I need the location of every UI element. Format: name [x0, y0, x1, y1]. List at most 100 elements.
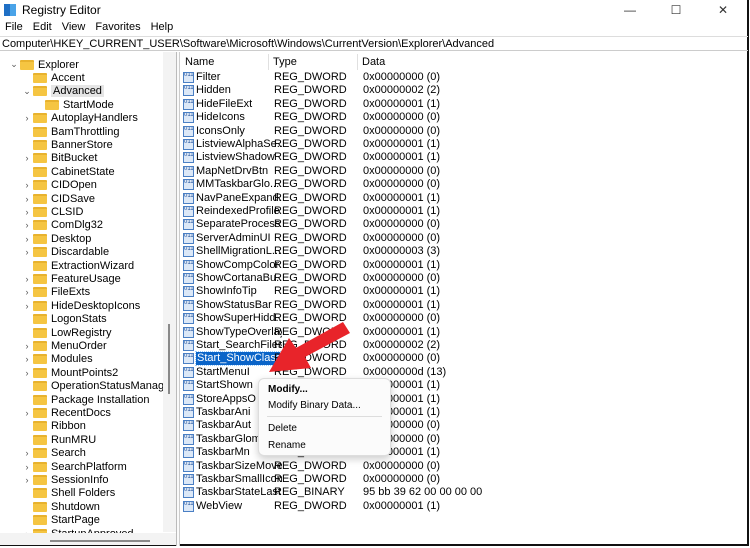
tree-item[interactable]: › Discardable	[26, 246, 110, 259]
menu-item-modify-binary-data[interactable]: Modify Binary Data...	[268, 399, 361, 413]
chevron-right-icon[interactable]: ›	[23, 287, 31, 297]
chevron-right-icon[interactable]: ›	[23, 448, 31, 458]
column-header-data[interactable]: Data	[358, 54, 558, 70]
value-row[interactable]: 011 110Hidden REG_DWORD 0x00000002 (2)	[181, 84, 741, 97]
tree-item[interactable]: › Modules	[26, 353, 93, 366]
tree-item[interactable]: BannerStore	[33, 138, 113, 151]
value-row[interactable]: 011 110ShowTypeOverlayREG_DWORD 0x0000000…	[181, 326, 741, 339]
menu-view[interactable]: View	[57, 20, 91, 35]
chevron-right-icon[interactable]: ›	[23, 220, 31, 230]
chevron-right-icon[interactable]: ›	[23, 234, 31, 244]
tree-item[interactable]: › FileExts	[26, 286, 91, 299]
tree-horizontal-scrollbar[interactable]	[0, 533, 176, 545]
value-row[interactable]: 011 110IconsOnly REG_DWORD 0x00000000 (0)	[181, 125, 741, 138]
value-row[interactable]: 011 110ShellMigrationL...REG_DWORD 0x0000…	[181, 245, 741, 258]
chevron-right-icon[interactable]: ›	[23, 341, 31, 351]
tree-item[interactable]: LowRegistry	[33, 326, 112, 339]
value-row[interactable]: 011 110MapNetDrvBtn REG_DWORD 0x00000000 (…	[181, 165, 741, 178]
value-row[interactable]: 011 110Start_SearchFilesREG_DWORD 0x00000…	[181, 339, 741, 352]
minimize-button[interactable]: —	[607, 0, 653, 20]
tree-item[interactable]: Shell Folders	[33, 487, 115, 500]
value-row[interactable]: 011 110ReindexedProfileREG_DWORD 0x000000…	[181, 205, 741, 218]
value-row[interactable]: 011 110TaskbarStateLast...REG_BINARY 95 b…	[181, 486, 741, 499]
tree-item[interactable]: › MenuOrder	[26, 339, 107, 352]
chevron-down-icon[interactable]: ⌄	[23, 86, 31, 97]
value-row[interactable]: 011 110MMTaskbarGlo...REG_DWORD 0x0000000…	[181, 178, 741, 191]
address-bar[interactable]: Computer\HKEY_CURRENT_USER\Software\Micr…	[0, 36, 748, 51]
tree-item[interactable]: StartPage	[33, 514, 100, 527]
tree-item[interactable]: Shutdown	[33, 500, 100, 513]
value-row[interactable]: 011 110ListviewAlphaSe...REG_DWORD 0x0000…	[181, 138, 741, 151]
tree-item[interactable]: Ribbon	[33, 420, 86, 433]
tree-item[interactable]: ExtractionWizard	[33, 259, 134, 272]
menu-help[interactable]: Help	[146, 20, 179, 35]
tree-item[interactable]: › ComDlg32	[26, 219, 103, 232]
maximize-button[interactable]: ☐	[653, 0, 699, 20]
tree-item[interactable]: CabinetState	[33, 165, 115, 178]
tree-item[interactable]: OperationStatusManager	[33, 380, 174, 393]
tree-item[interactable]: ⌄ Advanced	[23, 85, 104, 98]
tree-item[interactable]: StartMode	[45, 98, 114, 111]
menu-edit[interactable]: Edit	[28, 20, 57, 35]
value-row[interactable]: 011 110ShowInfoTip REG_DWORD 0x00000001 (1…	[181, 285, 741, 298]
column-header-type[interactable]: Type	[269, 54, 358, 70]
tree-item[interactable]: › Search	[26, 447, 86, 460]
value-row[interactable]: 011 110HideFileExt REG_DWORD 0x00000001 (1…	[181, 98, 741, 111]
value-row[interactable]: 011 110HideIcons REG_DWORD 0x00000000 (0)	[181, 111, 741, 124]
menu-item-delete[interactable]: Delete	[268, 422, 297, 436]
value-row[interactable]: 011 110Filter REG_DWORD 0x00000000 (0)	[181, 71, 741, 84]
chevron-right-icon[interactable]: ›	[23, 194, 31, 204]
value-row[interactable]: 011 110ShowSuperHidd...REG_DWORD 0x000000…	[181, 312, 741, 325]
value-row[interactable]: 011 110ShowCompColorREG_DWORD 0x00000001 …	[181, 259, 741, 272]
chevron-right-icon[interactable]: ›	[23, 153, 31, 163]
tree-item[interactable]: › SearchPlatform	[26, 460, 127, 473]
tree-item[interactable]: › HideDesktopIcons	[26, 299, 141, 312]
chevron-right-icon[interactable]: ›	[23, 113, 31, 123]
tree-item[interactable]: Package Installation	[33, 393, 149, 406]
chevron-right-icon[interactable]: ›	[23, 180, 31, 190]
tree-item[interactable]: BamThrottling	[33, 125, 119, 138]
tree-item[interactable]: › CIDSave	[26, 192, 96, 205]
tree-item[interactable]: › AutoplayHandlers	[26, 112, 138, 125]
tree-vertical-scrollbar[interactable]	[163, 52, 176, 532]
chevron-right-icon[interactable]: ›	[23, 368, 31, 378]
value-row[interactable]: 011 110WebView REG_DWORD 0x00000001 (1)	[181, 500, 741, 513]
menu-favorites[interactable]: Favorites	[90, 20, 145, 35]
chevron-right-icon[interactable]: ›	[23, 207, 31, 217]
tree-item[interactable]: › CLSID	[26, 205, 84, 218]
tree-item[interactable]: › MountPoints2	[26, 366, 119, 379]
tree-item[interactable]: › BitBucket	[26, 152, 98, 165]
chevron-right-icon[interactable]: ›	[23, 475, 31, 485]
scrollbar-thumb[interactable]	[168, 324, 170, 394]
chevron-down-icon[interactable]: ⌄	[10, 59, 18, 70]
tree-item[interactable]: › RecentDocs	[26, 406, 111, 419]
tree-item[interactable]: › Desktop	[26, 232, 92, 245]
tree-item[interactable]: ⌄ Explorer	[10, 58, 79, 71]
tree-item[interactable]: Accent	[33, 71, 85, 84]
chevron-right-icon[interactable]: ›	[23, 301, 31, 311]
menu-file[interactable]: File	[0, 20, 28, 35]
value-row[interactable]: 011 110ShowCortanaBu...REG_DWORD 0x000000…	[181, 272, 741, 285]
tree-item[interactable]: LogonStats	[33, 313, 107, 326]
menu-item-modify[interactable]: Modify...	[268, 383, 308, 397]
chevron-right-icon[interactable]: ›	[23, 408, 31, 418]
value-row[interactable]: 011 110TaskbarSizeMoveREG_DWORD 0x0000000…	[181, 460, 741, 473]
value-row[interactable]: 011 110NavPaneExpand...REG_DWORD 0x000000…	[181, 192, 741, 205]
tree-item[interactable]: › FeatureUsage	[26, 272, 121, 285]
value-row[interactable]: 011 110SeparateProcessREG_DWORD 0x0000000…	[181, 218, 741, 231]
chevron-right-icon[interactable]: ›	[23, 462, 31, 472]
menu-item-rename[interactable]: Rename	[268, 439, 306, 453]
close-button[interactable]: ✕	[700, 0, 746, 20]
value-row[interactable]: 011 110StartMenuI REG_DWORD 0x0000000d (13…	[181, 366, 741, 379]
tree-item[interactable]: RunMRU	[33, 433, 96, 446]
column-header-name[interactable]: Name	[181, 54, 269, 70]
value-row[interactable]: 011 110Start_ShowClass...REG_DWORD 0x0000…	[181, 351, 741, 367]
tree-item[interactable]: › SessionInfo	[26, 473, 109, 486]
chevron-right-icon[interactable]: ›	[23, 274, 31, 284]
value-row[interactable]: 011 110ListviewShadowREG_DWORD 0x00000001…	[181, 151, 741, 164]
tree-item[interactable]: › CIDOpen	[26, 179, 97, 192]
chevron-right-icon[interactable]: ›	[23, 247, 31, 257]
chevron-right-icon[interactable]: ›	[23, 354, 31, 364]
value-row[interactable]: 011 110ShowStatusBarREG_DWORD 0x00000001 …	[181, 299, 741, 312]
value-row[interactable]: 011 110TaskbarSmallIconsREG_DWORD 0x00000…	[181, 473, 741, 486]
